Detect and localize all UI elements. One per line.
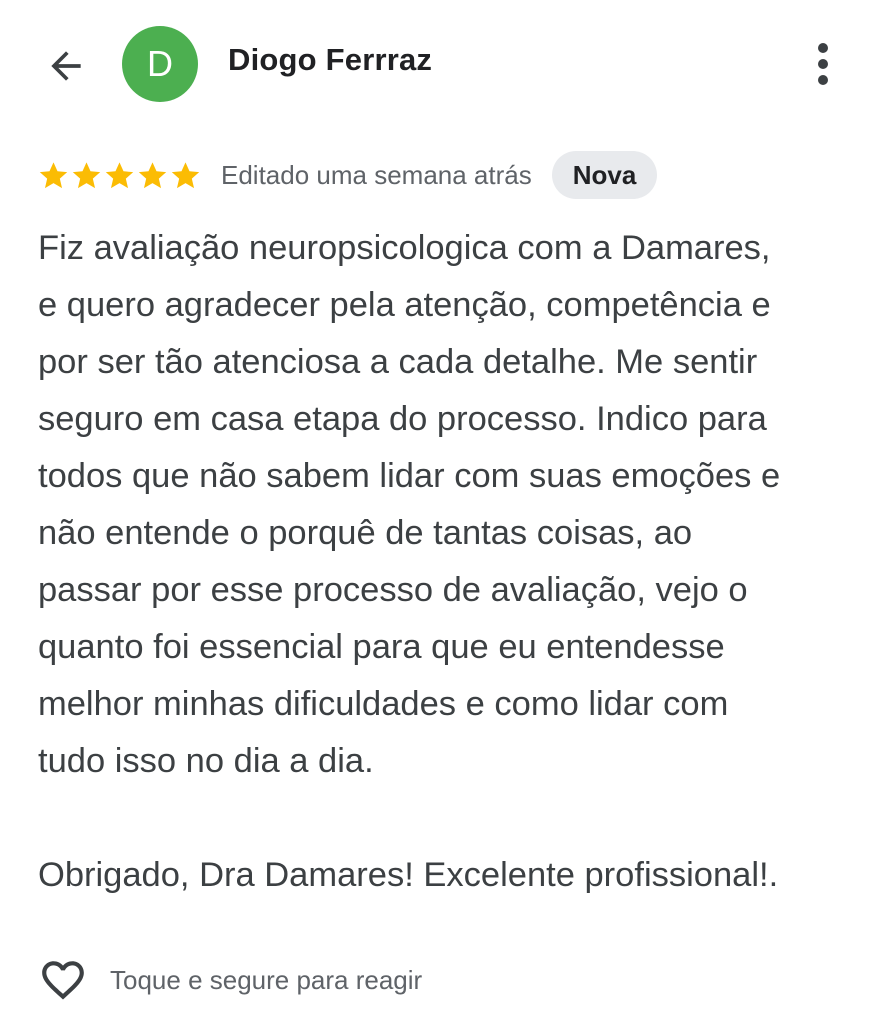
react-row[interactable]: Toque e segure para reagir xyxy=(38,955,422,1005)
star-icon xyxy=(171,161,200,188)
review-line: passar por esse processo de avaliação, v… xyxy=(38,571,748,609)
new-badge: Nova xyxy=(551,151,658,199)
author-name[interactable]: Diogo Ferrraz xyxy=(228,42,432,78)
star-icon xyxy=(39,161,68,188)
star-icon xyxy=(105,161,134,188)
review-line: e quero agradecer pela atenção, competên… xyxy=(38,286,771,324)
more-vert-icon xyxy=(818,43,828,85)
review-line: tudo isso no dia a dia. xyxy=(38,742,374,780)
react-button[interactable] xyxy=(38,955,88,1005)
review-line: todos que não sabem lidar com suas emoçõ… xyxy=(38,457,781,495)
review-line: não entende o porquê de tantas coisas, a… xyxy=(38,514,693,552)
review-line: melhor minhas dificuldades e como lidar … xyxy=(38,685,729,723)
edited-time: Editado uma semana atrás xyxy=(221,159,532,190)
more-options-button[interactable] xyxy=(800,38,846,90)
back-button[interactable] xyxy=(40,40,92,92)
review-line: quanto foi essencial para que eu entende… xyxy=(38,628,725,666)
arrow-back-icon xyxy=(51,51,81,81)
review-text: Fiz avaliação neuropsicologica com a Dam… xyxy=(38,220,868,904)
review-line: Fiz avaliação neuropsicologica com a Dam… xyxy=(38,229,771,267)
review-meta: Editado uma semana atrás Nova xyxy=(38,150,658,200)
star-icon xyxy=(138,161,167,188)
star-rating xyxy=(38,160,201,191)
avatar[interactable]: D xyxy=(122,26,198,102)
react-hint: Toque e segure para reagir xyxy=(110,964,423,995)
star-icon xyxy=(72,161,101,188)
review-closing: Obrigado, Dra Damares! Excelente profiss… xyxy=(38,856,779,894)
heart-outline-icon xyxy=(42,961,84,1000)
review-header: D Diogo Ferrraz xyxy=(0,0,890,130)
avatar-letter: D xyxy=(147,43,173,84)
review-line: por ser tão atenciosa a cada detalhe. Me… xyxy=(38,343,758,381)
review-line: seguro em casa etapa do processo. Indico… xyxy=(38,400,767,438)
